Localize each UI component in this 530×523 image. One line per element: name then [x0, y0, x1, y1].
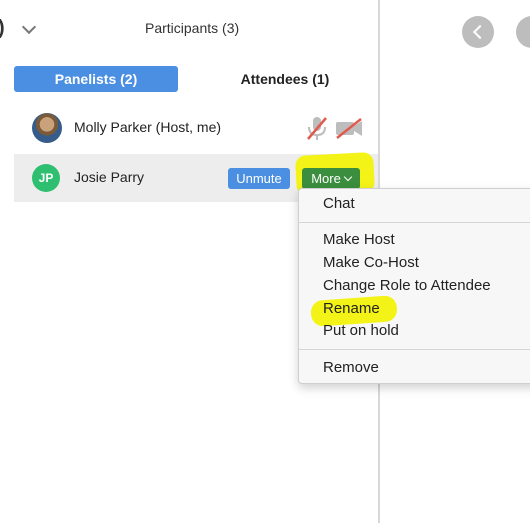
unmute-button[interactable]: Unmute [228, 168, 290, 189]
avatar: JP [32, 164, 60, 192]
participant-context-menu: Chat Make Host Make Co-Host Change Role … [298, 188, 530, 384]
video-off-icon[interactable] [334, 117, 364, 139]
back-icon[interactable] [462, 16, 494, 48]
participant-name: Josie Parry [74, 169, 145, 185]
forward-button[interactable] [516, 16, 530, 48]
menu-item-make-host[interactable]: Make Host [323, 231, 395, 249]
tab-attendees[interactable]: Attendees (1) [220, 66, 350, 92]
chevron-down-icon [343, 172, 353, 182]
menu-item-put-on-hold[interactable]: Put on hold [323, 322, 399, 340]
participant-row[interactable]: Molly Parker (Host, me) [14, 104, 378, 152]
panel-title: Participants (3) [145, 20, 240, 36]
participants-header: ) Participants (3) [0, 0, 378, 58]
more-button-label: More [311, 171, 341, 186]
tab-panelists[interactable]: Panelists (2) [14, 66, 178, 92]
menu-separator [299, 222, 530, 223]
menu-separator [299, 349, 530, 350]
menu-item-change-role[interactable]: Change Role to Attendee [323, 277, 491, 295]
cropped-control-edge[interactable]: ) [0, 17, 5, 40]
menu-item-remove[interactable]: Remove [323, 359, 379, 377]
menu-item-make-co-host[interactable]: Make Co-Host [323, 254, 419, 272]
chevron-down-icon[interactable] [21, 19, 37, 35]
participant-name: Molly Parker (Host, me) [74, 119, 222, 135]
avatar [32, 113, 62, 143]
menu-item-rename[interactable]: Rename [323, 300, 380, 318]
menu-item-chat[interactable]: Chat [323, 195, 355, 213]
more-button[interactable]: More [302, 168, 360, 189]
mic-muted-icon[interactable] [305, 115, 329, 141]
